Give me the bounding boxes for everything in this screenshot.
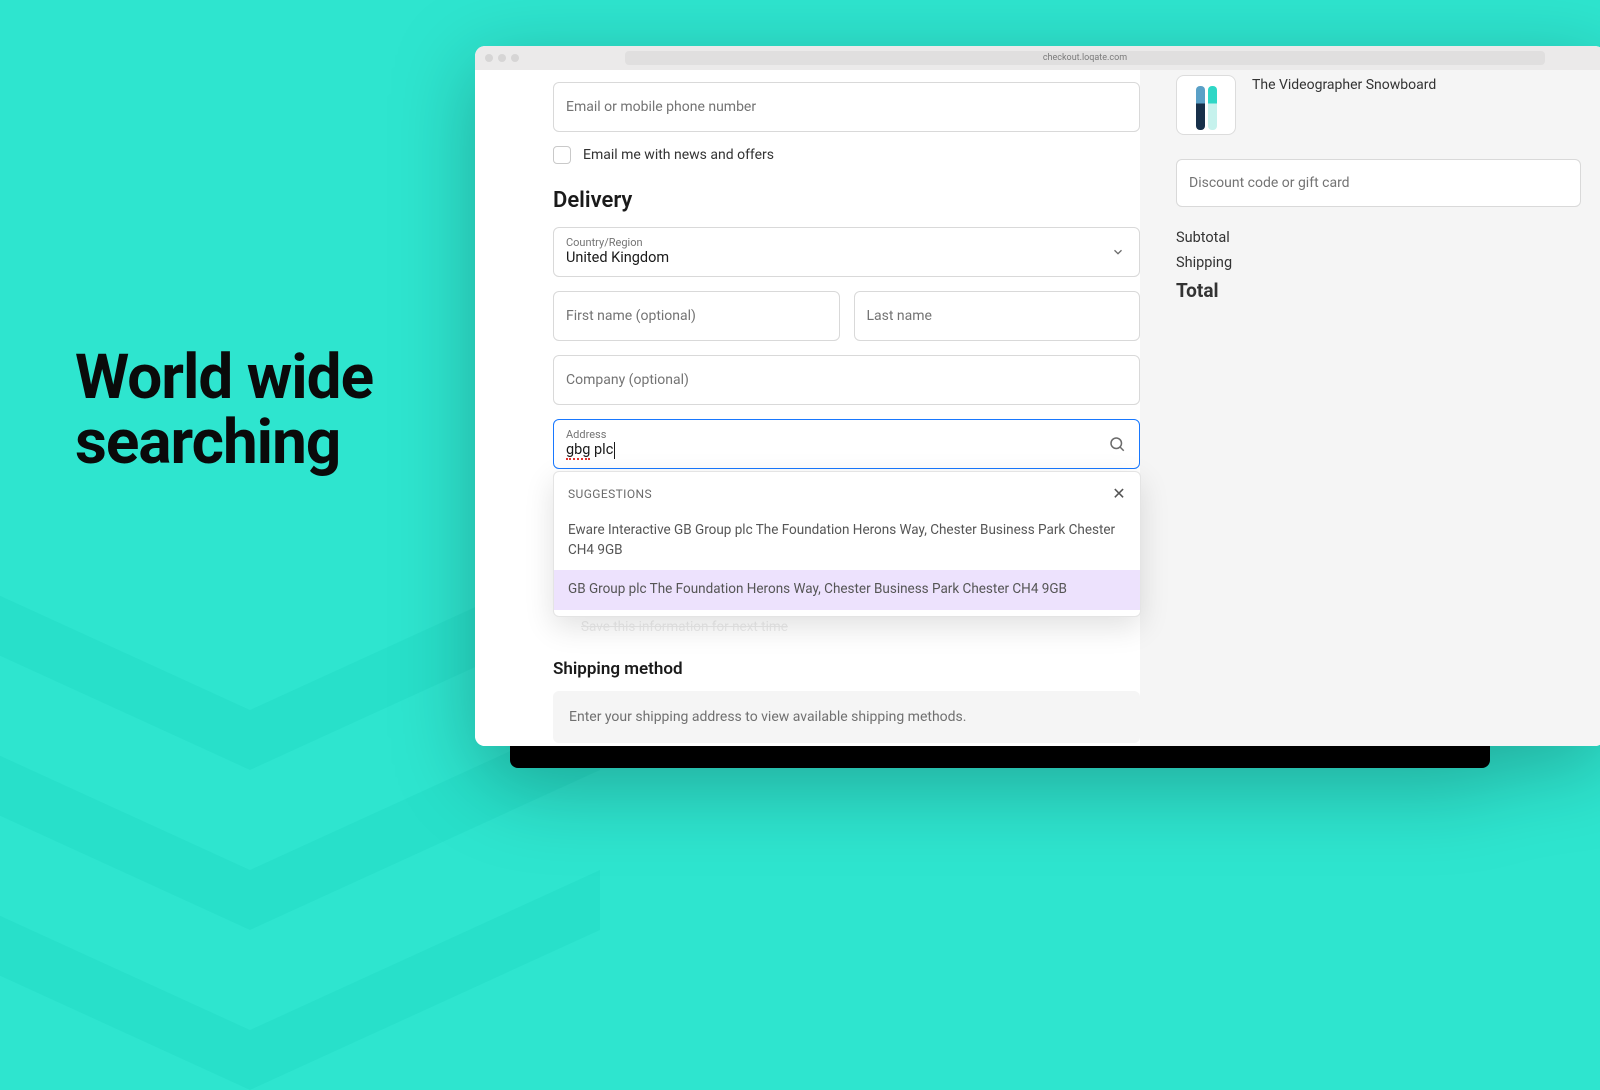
last-name-field[interactable]: Last name — [854, 291, 1141, 341]
checkbox-icon[interactable] — [553, 146, 571, 164]
traffic-light-dot — [511, 54, 519, 62]
subtotal-row: Subtotal — [1176, 229, 1581, 246]
url-text: checkout.loqate.com — [1043, 53, 1127, 63]
newsletter-label: Email me with news and offers — [583, 147, 774, 163]
total-row: Total — [1176, 279, 1581, 302]
address-label: Address — [566, 428, 606, 441]
address-value: gbg plc — [566, 441, 615, 460]
country-value: United Kingdom — [566, 249, 669, 268]
delivery-heading: Delivery — [553, 188, 1140, 213]
save-info-row: Save this information for next time — [553, 619, 1140, 635]
product-name: The Videographer Snowboard — [1252, 75, 1436, 93]
address-field[interactable]: Address gbg plc — [553, 419, 1140, 469]
country-label: Country/Region — [566, 236, 643, 249]
hero-line1: World wide — [75, 345, 373, 410]
traffic-lights — [485, 54, 519, 62]
browser-window: checkout.loqate.com Email or mobile phon… — [475, 46, 1600, 746]
shipping-label: Shipping — [1176, 254, 1232, 271]
placeholder-text: Email or mobile phone number — [566, 99, 756, 115]
first-name-field[interactable]: First name (optional) — [553, 291, 840, 341]
company-field[interactable]: Company (optional) — [553, 355, 1140, 405]
close-icon[interactable]: ✕ — [1112, 484, 1126, 503]
discount-code-field[interactable]: Discount code or gift card — [1176, 159, 1581, 207]
hero-heading: World wide searching — [75, 345, 373, 475]
search-icon[interactable] — [1108, 435, 1126, 453]
total-label: Total — [1176, 279, 1219, 302]
shipping-method-note: Enter your shipping address to view avai… — [553, 691, 1140, 743]
subtotal-label: Subtotal — [1176, 229, 1230, 246]
address-suggestions: SUGGESTIONS ✕ Eware Interactive GB Group… — [553, 471, 1141, 617]
product-thumbnail — [1176, 75, 1236, 135]
newsletter-checkbox-row[interactable]: Email me with news and offers — [553, 146, 1140, 164]
suggestion-item[interactable]: Eware Interactive GB Group plc The Found… — [554, 511, 1140, 570]
address-field-wrapper: Address gbg plc SUGGESTIONS ✕ Eware Inte… — [553, 419, 1140, 469]
placeholder-text: Company (optional) — [566, 372, 689, 388]
hero-line2: searching — [75, 410, 373, 475]
cart-item: The Videographer Snowboard — [1176, 74, 1581, 135]
shipping-heading: Shipping method — [553, 659, 1140, 679]
browser-titlebar: checkout.loqate.com — [475, 46, 1600, 70]
order-summary: The Videographer Snowboard Discount code… — [1140, 70, 1600, 746]
country-select[interactable]: Country/Region United Kingdom — [553, 227, 1140, 277]
placeholder-text: First name (optional) — [566, 308, 696, 324]
placeholder-text: Discount code or gift card — [1189, 175, 1350, 191]
url-bar[interactable]: checkout.loqate.com — [625, 51, 1545, 65]
suggestions-header: SUGGESTIONS — [568, 487, 652, 501]
traffic-light-dot — [485, 54, 493, 62]
chevron-down-icon — [1111, 245, 1125, 259]
contact-email-field[interactable]: Email or mobile phone number — [553, 82, 1140, 132]
placeholder-text: Last name — [867, 308, 932, 324]
checkout-main: Email or mobile phone number Email me wi… — [475, 70, 1140, 746]
shipping-row: Shipping — [1176, 254, 1581, 271]
suggestion-item[interactable]: GB Group plc The Foundation Herons Way, … — [554, 570, 1140, 610]
traffic-light-dot — [498, 54, 506, 62]
